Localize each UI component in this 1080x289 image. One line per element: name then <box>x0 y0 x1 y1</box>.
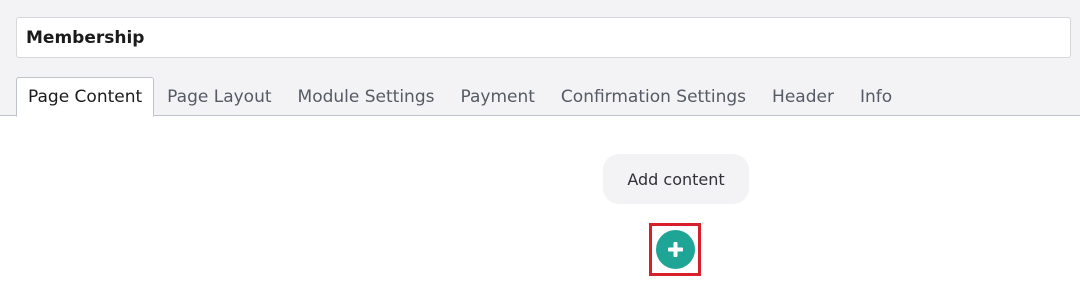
tab-module-settings[interactable]: Module Settings <box>285 77 448 116</box>
add-content-button[interactable]: Add content <box>603 154 749 204</box>
tab-page-layout[interactable]: Page Layout <box>154 77 284 116</box>
tab-bar: Page Content Page Layout Module Settings… <box>16 77 905 117</box>
page-title-input[interactable] <box>16 17 1071 58</box>
tab-page-content[interactable]: Page Content <box>16 77 155 117</box>
plus-icon <box>668 242 683 257</box>
add-block-button[interactable] <box>656 230 695 269</box>
tab-payment[interactable]: Payment <box>447 77 547 116</box>
editor-header: Page Content Page Layout Module Settings… <box>0 0 1080 117</box>
tab-info[interactable]: Info <box>847 77 905 116</box>
tab-header[interactable]: Header <box>759 77 847 116</box>
tab-confirmation-settings[interactable]: Confirmation Settings <box>548 77 759 116</box>
